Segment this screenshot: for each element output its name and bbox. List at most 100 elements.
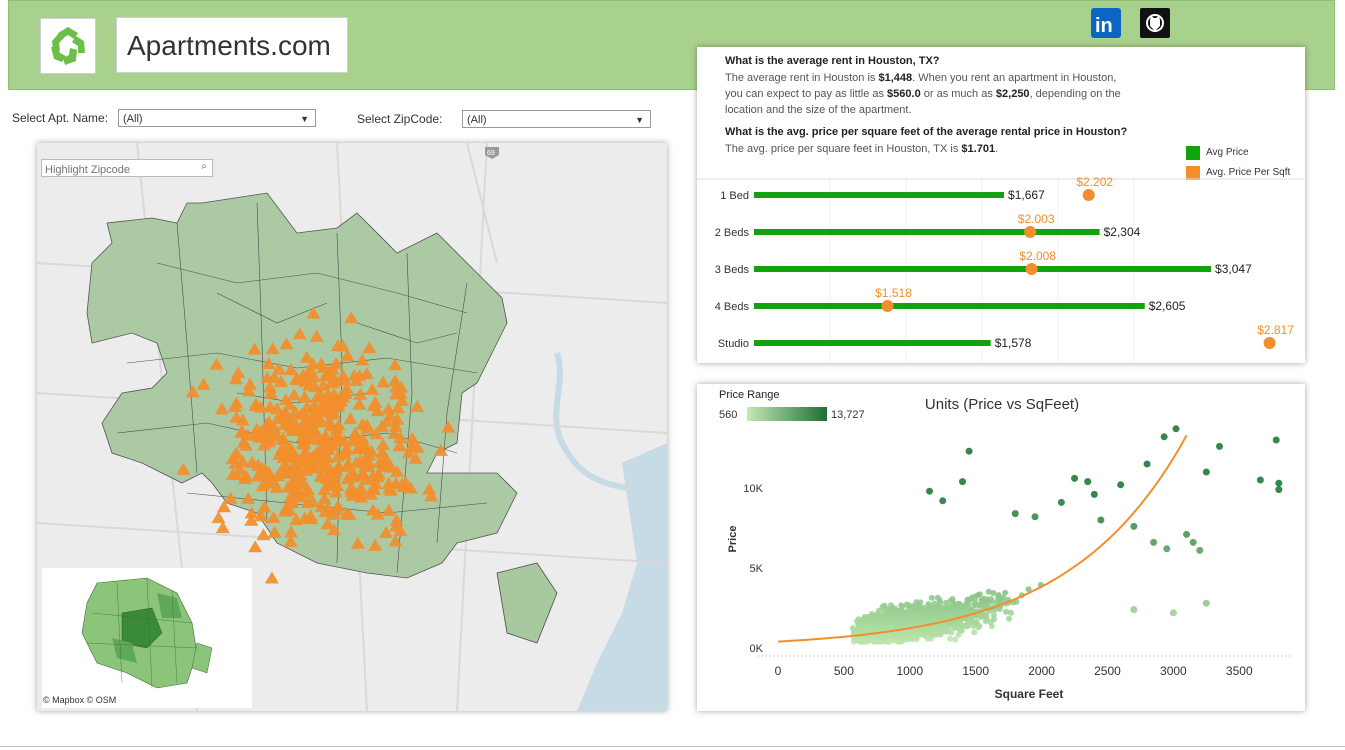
github-icon[interactable]: [1140, 8, 1170, 38]
scatter-point[interactable]: [978, 597, 985, 604]
scatter-point[interactable]: [1011, 510, 1019, 518]
scatter-point[interactable]: [899, 604, 906, 610]
scatter-point[interactable]: [1172, 425, 1180, 433]
scatter-point[interactable]: [861, 613, 868, 620]
inset-map[interactable]: [42, 568, 252, 708]
scatter-point[interactable]: [1169, 609, 1177, 617]
scatter-point[interactable]: [886, 633, 893, 640]
scatter-point[interactable]: [939, 497, 947, 505]
scatter-point[interactable]: [913, 636, 920, 643]
scatter-point[interactable]: [917, 599, 924, 606]
scatter-point[interactable]: [1084, 478, 1092, 486]
scatter-point[interactable]: [995, 592, 1002, 598]
scatter-point[interactable]: [937, 623, 944, 630]
scatter-point[interactable]: [855, 621, 862, 627]
scatter-point[interactable]: [911, 604, 918, 611]
zipcode-select[interactable]: (All) ▼: [462, 110, 651, 128]
highlight-zipcode-search[interactable]: ⌕: [41, 159, 213, 177]
scatter-point[interactable]: [1143, 460, 1151, 468]
scatter-point[interactable]: [926, 487, 934, 495]
scatter-point[interactable]: [1189, 538, 1197, 546]
scatter-point[interactable]: [976, 623, 983, 629]
scatter-point[interactable]: [965, 447, 973, 455]
scatter-point[interactable]: [927, 603, 934, 610]
scatter-point[interactable]: [1130, 522, 1138, 530]
avg-price-bar[interactable]: [754, 266, 1212, 272]
scatter-point[interactable]: [1275, 479, 1283, 487]
scatter-point[interactable]: [985, 599, 992, 606]
scatter-point[interactable]: [901, 618, 908, 625]
scatter-point[interactable]: [1202, 599, 1210, 607]
apartments-logo-icon[interactable]: [40, 18, 96, 74]
scatter-point[interactable]: [1183, 530, 1191, 538]
scatter-point[interactable]: [878, 625, 884, 632]
linkedin-icon[interactable]: in: [1091, 8, 1121, 38]
scatter-points[interactable]: [849, 425, 1283, 645]
scatter-point[interactable]: [849, 625, 856, 631]
scatter-point[interactable]: [896, 612, 903, 619]
price-per-sqft-dot[interactable]: [1082, 189, 1095, 201]
scatter-point[interactable]: [895, 638, 902, 645]
scatter-point[interactable]: [921, 612, 928, 619]
scatter-point[interactable]: [969, 594, 976, 601]
scatter-point[interactable]: [944, 603, 951, 610]
avg-price-bar[interactable]: [754, 303, 1145, 309]
scatter-point[interactable]: [1272, 436, 1280, 444]
price-per-sqft-dot[interactable]: [1263, 337, 1276, 349]
avg-price-bar[interactable]: [754, 229, 1100, 235]
site-title[interactable]: Apartments.com: [116, 17, 348, 73]
scatter-point[interactable]: [1256, 476, 1264, 484]
scatter-point[interactable]: [1031, 513, 1039, 521]
scatter-point[interactable]: [958, 603, 965, 610]
price-per-sqft-dot[interactable]: [1024, 226, 1037, 238]
scatter-point[interactable]: [1150, 538, 1158, 546]
scatter-point[interactable]: [955, 631, 962, 638]
scatter-point[interactable]: [1006, 615, 1012, 622]
scatter-point[interactable]: [1117, 481, 1125, 489]
scatter-point[interactable]: [1071, 474, 1079, 482]
scatter-point[interactable]: [971, 629, 978, 636]
highlight-zipcode-input[interactable]: [45, 163, 190, 177]
scatter-point[interactable]: [1163, 545, 1171, 553]
scatter-point[interactable]: [1275, 486, 1283, 494]
scatter-point[interactable]: [985, 588, 992, 595]
scatter-point[interactable]: [908, 630, 915, 637]
scatter-point[interactable]: [1130, 606, 1138, 614]
price-per-sqft-dot[interactable]: [881, 300, 894, 312]
scatter-point[interactable]: [860, 637, 867, 644]
scatter-point[interactable]: [991, 616, 997, 623]
scatter-point[interactable]: [883, 610, 890, 617]
scatter-point[interactable]: [899, 631, 906, 638]
apt-name-select[interactable]: (All) ▼: [118, 109, 316, 127]
scatter-point[interactable]: [927, 610, 934, 617]
scatter-point[interactable]: [873, 638, 880, 645]
scatter-point[interactable]: [928, 594, 935, 601]
scatter-point[interactable]: [885, 620, 892, 626]
price-per-sqft-dot[interactable]: [1025, 263, 1038, 275]
scatter-point[interactable]: [871, 619, 878, 626]
scatter-point[interactable]: [888, 602, 894, 609]
scatter-point[interactable]: [1202, 468, 1210, 476]
scatter-point[interactable]: [934, 603, 941, 610]
scatter-point[interactable]: [973, 601, 979, 608]
price-vs-sqft-scatter[interactable]: Units (Price vs SqFeet) 0 500 1000 1500 2000 2…: [697, 384, 1305, 711]
rent-by-bedroom-chart[interactable]: 1 Bed $1,667 $2.202 2 Beds $2,304 $2.003 3 Bed…: [697, 177, 1305, 363]
scatter-point[interactable]: [933, 609, 939, 616]
scatter-point[interactable]: [1196, 546, 1204, 554]
scatter-point[interactable]: [1160, 433, 1168, 441]
scatter-point[interactable]: [1003, 608, 1010, 615]
scatter-point[interactable]: [981, 613, 988, 620]
scatter-point[interactable]: [1097, 516, 1105, 524]
scatter-point[interactable]: [886, 638, 892, 645]
scatter-point[interactable]: [959, 478, 967, 486]
scatter-point[interactable]: [947, 635, 953, 642]
scatter-point[interactable]: [1216, 442, 1224, 450]
houston-map[interactable]: © Mapbox © OSM 69 ⌕: [37, 143, 667, 711]
scatter-point[interactable]: [876, 615, 882, 622]
scatter-point[interactable]: [976, 591, 983, 598]
scatter-point[interactable]: [1090, 490, 1098, 498]
scatter-point[interactable]: [881, 602, 888, 609]
scatter-point[interactable]: [909, 610, 916, 617]
scatter-point[interactable]: [934, 594, 941, 601]
scatter-point[interactable]: [952, 636, 959, 643]
